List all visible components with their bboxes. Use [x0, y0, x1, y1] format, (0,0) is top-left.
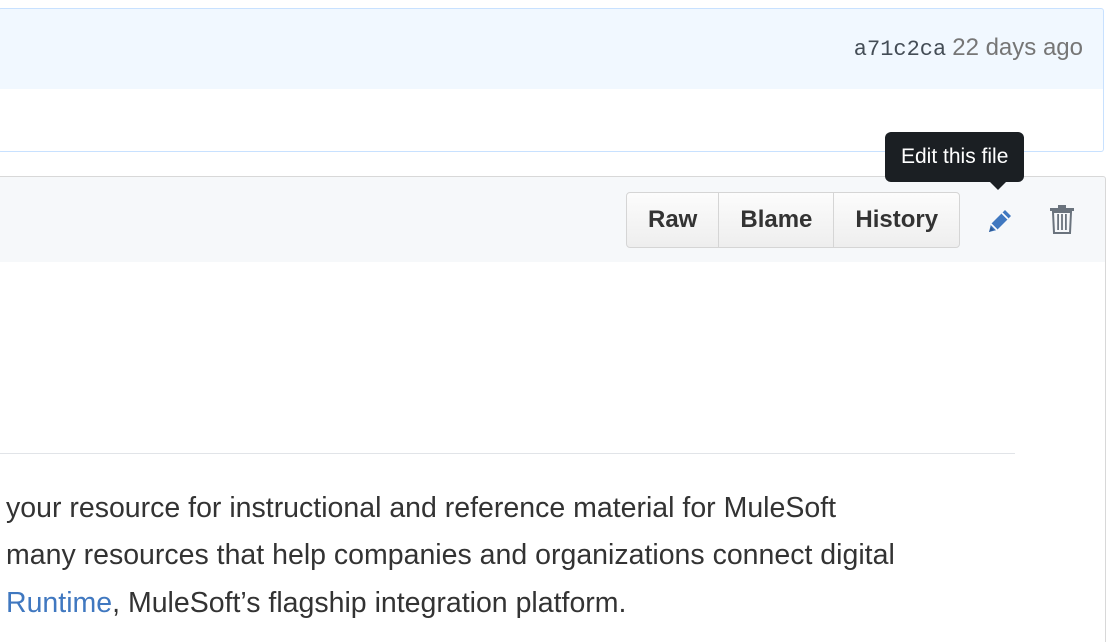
history-button[interactable]: History	[834, 193, 959, 247]
runtime-link[interactable]: Runtime	[6, 587, 112, 619]
readme-line-3-text: , MuleSoft’s flagship integration platfo…	[112, 587, 627, 619]
readme-line-1: your resource for instructional and refe…	[6, 492, 837, 524]
tooltip-arrow	[989, 181, 1007, 190]
readme-content-area	[0, 262, 1106, 642]
file-actions-button-group: Raw Blame History	[626, 192, 961, 248]
raw-button[interactable]: Raw	[627, 193, 720, 247]
commit-meta: a71c2ca 22 days ago	[854, 34, 1083, 62]
heading-divider	[0, 453, 1015, 454]
pencil-icon[interactable]	[982, 203, 1016, 237]
commit-age: 22 days ago	[952, 34, 1083, 61]
blame-button[interactable]: Blame	[719, 193, 835, 247]
readme-line-3: Runtime, MuleSoft’s flagship integration…	[6, 589, 626, 618]
commit-tease-bar: a71c2ca 22 days ago	[0, 8, 1104, 90]
commit-sha-link[interactable]: a71c2ca	[854, 37, 946, 62]
edit-file-tooltip: Edit this file	[885, 132, 1025, 182]
trash-icon[interactable]	[1048, 203, 1076, 235]
readme-line-2: many resources that help companies and o…	[6, 539, 895, 571]
